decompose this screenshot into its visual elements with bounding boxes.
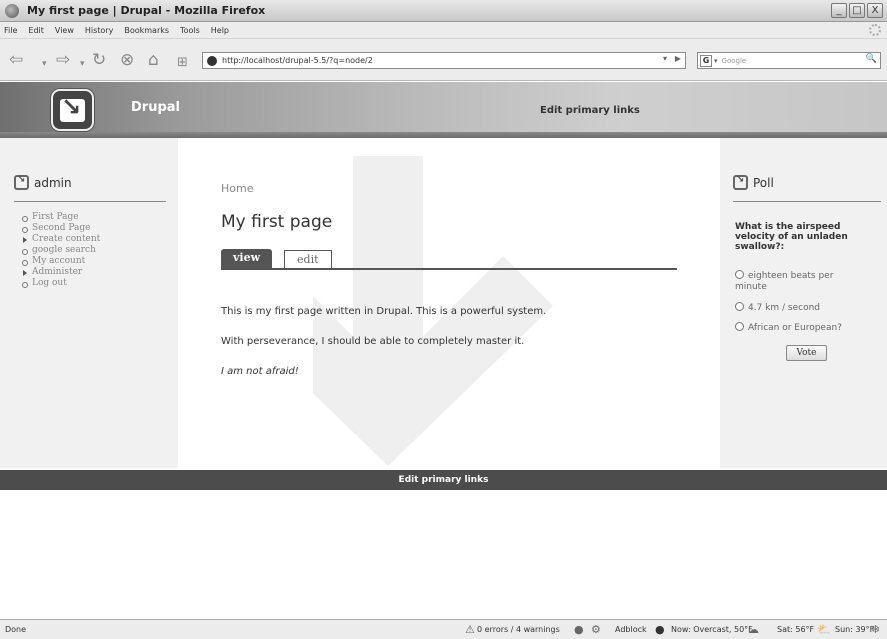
forward-dropdown-icon[interactable]: ▾ [80,56,85,73]
menu-history[interactable]: History [85,26,113,35]
throbber-icon [869,24,881,36]
site-name[interactable]: Drupal [131,100,180,115]
tab-view[interactable]: view [221,249,273,268]
tabs-underline [221,268,677,270]
tab-edit[interactable]: edit [284,250,332,268]
site-icon [207,55,217,66]
warning-icon: ⚠ [465,623,475,636]
site-header: Drupal Edit primary links [0,82,887,138]
menu-item-google-search[interactable]: google search [22,245,100,256]
statusbar: Done ⚠ 0 errors / 4 warnings ● ⚙ Adblock… [0,619,887,639]
navigation-toolbar: ⇦ ▾ ⇨ ▾ ↻ ⊗ ⌂ ⊞ http://localhost/drupal-… [0,39,887,81]
site-footer: Edit primary links [0,470,887,490]
admin-block-label: admin [34,175,72,190]
search-icon[interactable]: 🔍 [866,54,877,64]
poll-block-title: Poll [733,174,774,190]
adblock-status[interactable]: Adblock [615,625,647,634]
poll-option-2[interactable]: 4.7 km / second [735,302,820,314]
menu-file[interactable]: File [4,26,17,35]
new-tab-icon[interactable]: ⊞ [177,54,188,71]
close-button[interactable]: X [867,3,883,18]
forward-icon[interactable]: ⇨ [56,52,70,69]
menu-item-second-page[interactable]: Second Page [22,223,100,234]
footer-primary-links[interactable]: Edit primary links [399,475,489,485]
error-console-status[interactable]: 0 errors / 4 warnings [477,625,560,634]
menubar: File Edit View History Bookmarks Tools H… [0,22,887,39]
drupal-logo[interactable] [51,89,94,131]
menu-bookmarks[interactable]: Bookmarks [124,26,169,35]
weather-now[interactable]: Now: Overcast, 50°F [671,625,753,634]
body-paragraph-2: With perseverance, I should be able to c… [221,336,525,347]
drupal-block-icon [733,174,748,190]
search-placeholder: Google [721,56,747,65]
menu-tools[interactable]: Tools [180,26,200,35]
menu-item-log-out[interactable]: Log out [22,278,100,289]
window-titlebar: My first page | Drupal - Mozilla Firefox… [0,0,887,22]
menu-item-create-content[interactable]: Create content [22,234,100,245]
weather-saturday[interactable]: Sat: 56°F [777,625,814,634]
globe-icon: ● [655,623,665,636]
maximize-button[interactable]: □ [849,3,865,18]
poll-option-label: eighteen beats per [748,271,834,281]
search-bar[interactable]: G ▾ Google 🔍 [697,52,881,69]
home-icon[interactable]: ⌂ [148,52,159,69]
menu-item-my-account[interactable]: My account [22,256,100,267]
body-paragraph-1: This is my first page written in Drupal.… [221,306,547,317]
menu-edit[interactable]: Edit [28,26,44,35]
poll-option-label: 4.7 km / second [748,303,821,313]
poll-option-label: African or European? [748,323,842,333]
poll-question: What is the airspeed velocity of an unla… [735,222,848,252]
menu-help[interactable]: Help [211,26,229,35]
menu-item-first-page[interactable]: First Page [22,212,100,223]
divider [733,201,881,202]
vote-button[interactable]: Vote [786,345,827,361]
back-dropdown-icon[interactable]: ▾ [42,56,47,73]
breadcrumb-home[interactable]: Home [221,182,253,195]
snow-icon: ❄ [871,623,881,636]
poll-option-label-cont: minute [735,282,767,292]
poll-option-3[interactable]: African or European? [735,322,842,334]
go-icon[interactable]: ▶ [675,54,681,63]
status-addon-icon[interactable]: ● [574,623,584,636]
engine-dropdown-icon[interactable]: ▾ [714,57,718,65]
firefox-icon [5,3,19,18]
divider [14,201,166,202]
radio-button[interactable] [735,302,744,311]
reload-icon[interactable]: ↻ [92,52,106,69]
primary-links-link[interactable]: Edit primary links [540,105,640,116]
minimize-button[interactable]: _ [831,3,847,18]
radio-button[interactable] [735,270,744,279]
drupal-block-icon [14,174,29,190]
address-bar[interactable]: http://localhost/drupal-5.5/?q=node/2 ▾ … [202,52,686,69]
admin-block-title: admin [14,174,72,190]
url-dropdown-icon[interactable]: ▾ [663,54,667,63]
partly-cloudy-icon: ⛅ [817,623,831,636]
menu-view[interactable]: View [55,26,74,35]
cloud-icon: ☁ [748,623,759,636]
poll-option-1[interactable]: eighteen beats per minute [735,270,833,293]
window-title: My first page | Drupal - Mozilla Firefox [27,4,266,17]
poll-block-label: Poll [753,175,774,190]
main-content [178,138,720,468]
back-icon[interactable]: ⇦ [9,52,23,69]
url-text: http://localhost/drupal-5.5/?q=node/2 [222,56,373,65]
weather-sunday[interactable]: Sun: 39°F [835,625,874,634]
stop-icon[interactable]: ⊗ [120,52,134,69]
status-gear-icon[interactable]: ⚙ [591,623,601,636]
radio-button[interactable] [735,322,744,331]
navigation-menu: First Page Second Page Create content go… [22,212,100,289]
page-title: My first page [221,212,333,232]
body-paragraph-3: I am not afraid! [221,366,299,377]
status-text: Done [5,625,27,634]
search-engine-icon[interactable]: G [700,54,712,67]
tabs: view edit [221,249,332,268]
menu-item-administer[interactable]: Administer [22,267,100,278]
